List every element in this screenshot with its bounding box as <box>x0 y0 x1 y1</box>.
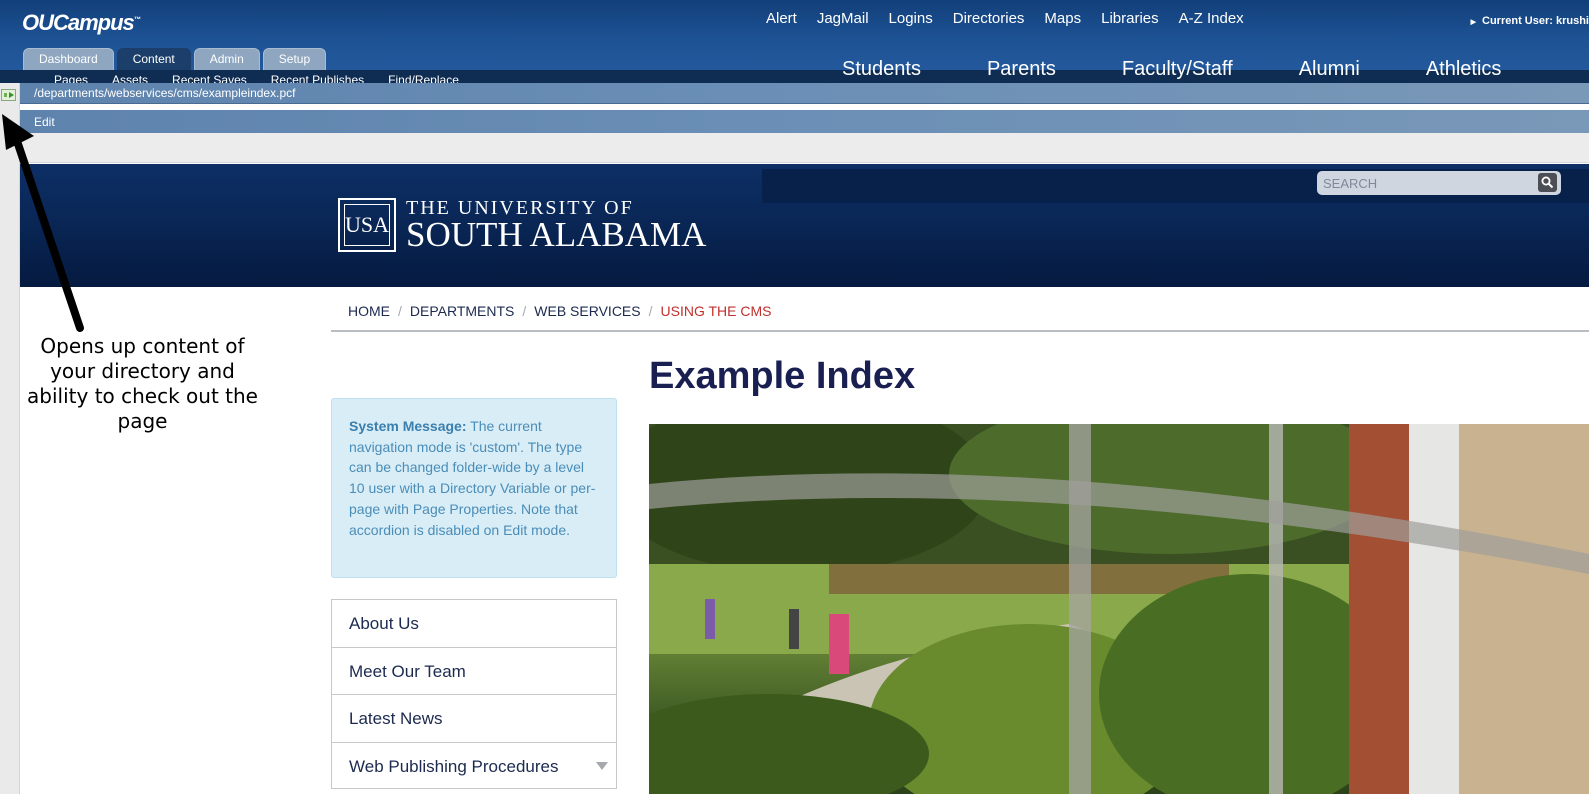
side-nav-about-us[interactable]: About Us <box>331 599 617 647</box>
link-libraries[interactable]: Libraries <box>1101 10 1159 27</box>
current-user[interactable]: ▶ Current User: krushi <box>1471 15 1589 27</box>
main-nav: Students Parents Faculty/Staff Alumni At… <box>842 58 1501 81</box>
link-directories[interactable]: Directories <box>953 10 1025 27</box>
nav-athletics[interactable]: Athletics <box>1426 58 1502 81</box>
nav-alumni[interactable]: Alumni <box>1299 58 1360 81</box>
utility-links: Alert JagMail Logins Directories Maps Li… <box>766 10 1244 27</box>
breadcrumb-divider <box>331 330 1589 332</box>
side-nav-latest-news[interactable]: Latest News <box>331 694 617 742</box>
side-nav-web-publishing-procedures[interactable]: Web Publishing Procedures <box>331 741 617 789</box>
ou-campus-logo[interactable]: OUCampus™ <box>22 10 141 36</box>
side-nav: About Us Meet Our Team Latest News Web P… <box>331 599 617 789</box>
subnav-recent-publishes[interactable]: Recent Publishes <box>271 73 364 83</box>
tab-dashboard[interactable]: Dashboard <box>23 48 114 70</box>
usa-logo-mark: USA <box>338 198 396 252</box>
file-path: /departments/webservices/cms/exampleinde… <box>34 86 296 100</box>
subnav-pages[interactable]: Pages <box>54 73 88 83</box>
annotation-arrow <box>2 114 84 332</box>
screen: OUCampus™ ▶ Current User: krushi Dashboar… <box>0 0 1589 794</box>
hero-image <box>649 424 1589 794</box>
link-alert[interactable]: Alert <box>766 10 797 27</box>
edit-bar: Edit <box>20 110 1589 133</box>
link-maps[interactable]: Maps <box>1044 10 1081 27</box>
chevron-down-icon[interactable] <box>596 761 608 770</box>
subnav-find-replace[interactable]: Find/Replace <box>388 73 459 83</box>
nav-faculty-staff[interactable]: Faculty/Staff <box>1122 58 1233 81</box>
subnav-assets[interactable]: Assets <box>112 73 148 83</box>
breadcrumb-home[interactable]: HOME <box>348 303 390 319</box>
search-placeholder: SEARCH <box>1323 176 1378 191</box>
toolbar-spacer <box>20 133 1589 163</box>
link-logins[interactable]: Logins <box>889 10 933 27</box>
triangle-right-icon: ▶ <box>1470 19 1477 26</box>
tab-setup[interactable]: Setup <box>262 48 327 70</box>
link-jagmail[interactable]: JagMail <box>817 10 869 27</box>
annotation-callout: Opens up content of your directory and a… <box>27 334 258 433</box>
system-message: System Message: The current navigation m… <box>331 398 617 578</box>
link-az-index[interactable]: A-Z Index <box>1179 10 1244 27</box>
system-message-text: The current navigation mode is 'custom'.… <box>349 418 596 538</box>
expand-navigator-icon[interactable] <box>1 89 16 101</box>
search-icon[interactable] <box>1538 173 1557 192</box>
ou-tabs: Dashboard Content Admin Setup <box>23 48 327 70</box>
logo-wordmark: THE UNIVERSITY OF SOUTH ALABAMA <box>406 197 707 254</box>
site-header: SEARCH USA THE UNIVERSITY OF SOUTH ALABA… <box>20 164 1589 287</box>
breadcrumb-web-services[interactable]: WEB SERVICES <box>534 303 640 319</box>
tab-content[interactable]: Content <box>116 48 191 70</box>
subnav-recent-saves[interactable]: Recent Saves <box>172 73 247 83</box>
university-logo[interactable]: USA THE UNIVERSITY OF SOUTH ALABAMA <box>338 198 706 252</box>
tab-admin[interactable]: Admin <box>193 48 260 70</box>
breadcrumb-current: USING THE CMS <box>660 303 772 319</box>
search-input[interactable]: SEARCH <box>1317 171 1561 195</box>
breadcrumb-departments[interactable]: DEPARTMENTS <box>410 303 515 319</box>
side-nav-meet-our-team[interactable]: Meet Our Team <box>331 646 617 694</box>
system-message-label: System Message: <box>349 418 467 434</box>
file-path-bar: /departments/webservices/cms/exampleinde… <box>20 83 1589 104</box>
nav-students[interactable]: Students <box>842 58 921 81</box>
page-title: Example Index <box>649 355 916 397</box>
nav-parents[interactable]: Parents <box>987 58 1056 81</box>
breadcrumb: HOME / DEPARTMENTS / WEB SERVICES / USING THE … <box>348 303 772 319</box>
